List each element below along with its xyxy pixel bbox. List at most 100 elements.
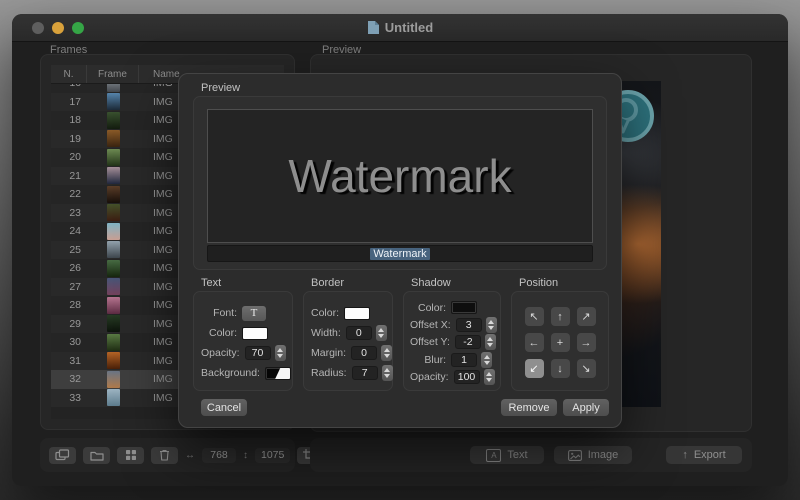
border-margin-field[interactable]: 0: [351, 346, 377, 360]
width-field[interactable]: 768: [202, 448, 236, 463]
shadow-offset-x-label: Offset X:: [410, 319, 451, 331]
watermark-text-input[interactable]: Watermark: [207, 245, 593, 262]
window-title: Untitled: [367, 20, 433, 35]
title-bar[interactable]: Untitled: [12, 14, 788, 42]
selected-input-text: Watermark: [370, 248, 429, 260]
add-text-button[interactable]: A Text: [470, 446, 544, 464]
grid-icon: [125, 449, 137, 461]
position-button-8[interactable]: ↘: [577, 359, 596, 378]
background-label: Background:: [201, 367, 260, 379]
row-number: 17: [51, 96, 87, 108]
frame-thumbnail: [107, 241, 120, 258]
shadow-opacity-stepper[interactable]: [484, 369, 495, 385]
border-width-field[interactable]: 0: [346, 326, 372, 340]
dialog-preview-label: Preview: [201, 82, 240, 94]
row-number: 18: [51, 114, 87, 126]
apply-button[interactable]: Apply: [563, 399, 609, 416]
shadow-blur-stepper[interactable]: [481, 352, 492, 368]
position-button-3[interactable]: ←: [525, 333, 544, 352]
shadow-color-swatch[interactable]: [451, 301, 477, 314]
text-opacity-stepper[interactable]: [275, 345, 286, 361]
add-image-label: Image: [588, 449, 619, 461]
remove-button[interactable]: Remove: [501, 399, 557, 416]
border-margin-stepper[interactable]: [381, 345, 392, 361]
row-number: 31: [51, 355, 87, 367]
height-field[interactable]: 1075: [255, 448, 290, 463]
position-button-5[interactable]: →: [577, 333, 596, 352]
zoom-window-button[interactable]: [72, 22, 84, 34]
column-header-n[interactable]: N.: [51, 65, 87, 83]
frame-thumbnail: [107, 315, 120, 332]
border-group-label: Border: [311, 277, 344, 289]
row-number: 20: [51, 151, 87, 163]
border-radius-label: Radius:: [311, 367, 347, 379]
border-radius-field[interactable]: 7: [352, 366, 378, 380]
background-color-swatch[interactable]: [265, 367, 291, 380]
row-number: 23: [51, 207, 87, 219]
watermark-preview-text: Watermark: [288, 149, 511, 203]
folder-icon: [90, 450, 104, 461]
font-picker-button[interactable]: T: [242, 306, 266, 321]
document-icon: [367, 20, 380, 35]
shadow-offset-y-label: Offset Y:: [410, 336, 450, 348]
text-group: Font: T Color: Opacity: 70 Background:: [193, 291, 293, 391]
row-number: 25: [51, 244, 87, 256]
text-opacity-field[interactable]: 70: [245, 346, 271, 360]
watermark-dialog: Preview Watermark Watermark Text Font: T…: [178, 73, 622, 428]
row-number: 22: [51, 188, 87, 200]
position-button-4[interactable]: +: [551, 333, 570, 352]
position-button-0[interactable]: ↖: [525, 307, 544, 326]
row-number: 21: [51, 170, 87, 182]
border-group: Color: Width: 0 Margin: 0 Radius: 7: [303, 291, 393, 391]
frame-thumbnail: [107, 297, 120, 314]
column-header-frame[interactable]: Frame: [87, 65, 139, 83]
position-button-2[interactable]: ↗: [577, 307, 596, 326]
shadow-offset-x-field[interactable]: 3: [456, 318, 482, 332]
frame-thumbnail: [107, 371, 120, 388]
row-number: 26: [51, 262, 87, 274]
frame-thumbnail: [107, 389, 120, 406]
frame-thumbnail: [107, 260, 120, 277]
font-label: Font:: [201, 307, 237, 319]
close-window-button[interactable]: [32, 22, 44, 34]
add-image-button[interactable]: Image: [554, 446, 632, 464]
grid-view-button[interactable]: [117, 447, 144, 464]
photos-button[interactable]: [49, 447, 76, 464]
row-number: 19: [51, 133, 87, 145]
border-width-label: Width:: [311, 327, 341, 339]
export-button[interactable]: ↑ Export: [666, 446, 742, 464]
dialog-preview-group: Watermark Watermark: [193, 96, 607, 270]
position-grid: ↖ ↑ ↗ ← + → ↙ ↓ ↘: [512, 307, 608, 378]
row-number: 28: [51, 299, 87, 311]
height-arrow-icon: ↕: [243, 450, 248, 461]
row-number: 24: [51, 225, 87, 237]
frame-thumbnail: [107, 223, 120, 240]
shadow-offset-x-stepper[interactable]: [486, 317, 497, 333]
position-button-1[interactable]: ↑: [551, 307, 570, 326]
photos-icon: [55, 449, 70, 461]
shadow-blur-field[interactable]: 1: [451, 353, 477, 367]
minimize-window-button[interactable]: [52, 22, 64, 34]
row-number: 30: [51, 336, 87, 348]
border-width-stepper[interactable]: [376, 325, 387, 341]
shadow-offset-y-stepper[interactable]: [485, 334, 496, 350]
frame-thumbnail: [107, 130, 120, 147]
frame-thumbnail: [107, 186, 120, 203]
position-button-7[interactable]: ↓: [551, 359, 570, 378]
border-radius-stepper[interactable]: [382, 365, 393, 381]
cancel-button[interactable]: Cancel: [201, 399, 247, 416]
frame-thumbnail: [107, 167, 120, 184]
shadow-offset-y-field[interactable]: -2: [455, 335, 481, 349]
delete-button[interactable]: [151, 447, 178, 464]
frame-thumbnail: [107, 149, 120, 166]
shadow-opacity-field[interactable]: 100: [454, 370, 480, 384]
text-color-label: Color:: [201, 327, 237, 339]
border-color-swatch[interactable]: [344, 307, 370, 320]
row-number: 27: [51, 281, 87, 293]
text-opacity-label: Opacity:: [201, 347, 240, 359]
watermark-preview-canvas: Watermark: [207, 109, 593, 243]
folder-button[interactable]: [83, 447, 110, 464]
text-color-swatch[interactable]: [242, 327, 268, 340]
frames-toolbar: ↔ 768 ↕ 1075: [40, 438, 295, 472]
position-button-6[interactable]: ↙: [525, 359, 544, 378]
